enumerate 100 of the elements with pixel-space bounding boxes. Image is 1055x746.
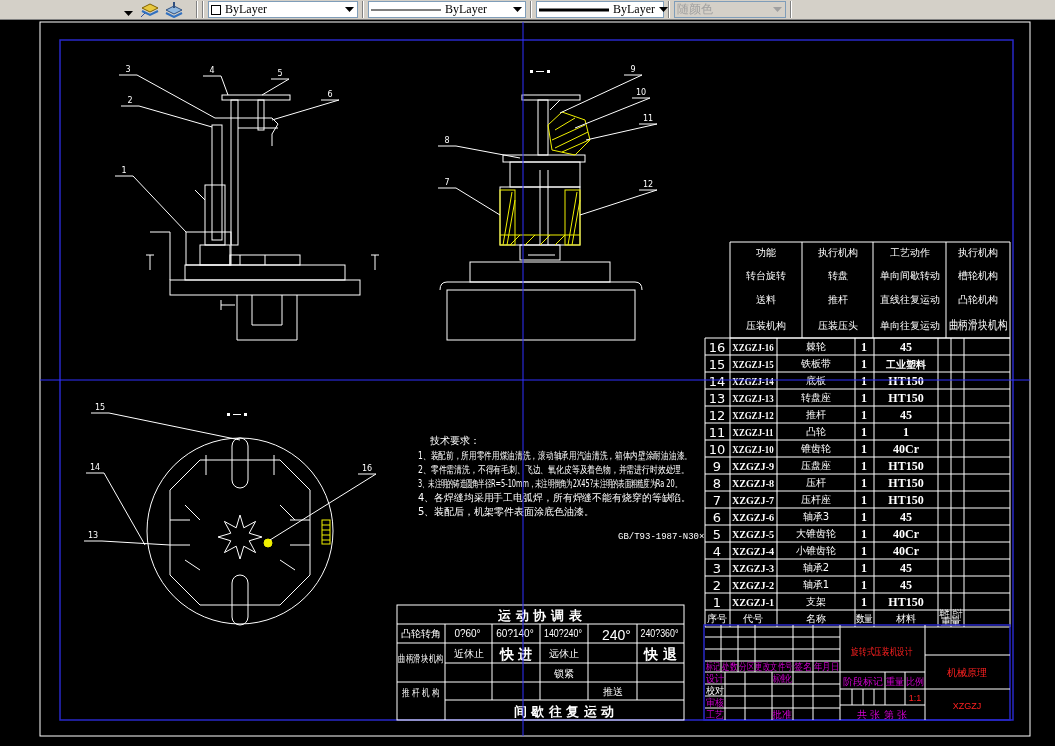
section-mark [530, 70, 550, 73]
field-label: 签名 [793, 660, 813, 673]
table-cell: XZGZJ-12 [732, 409, 774, 422]
note-text: 1、装配前，所用零件用煤油清洗，滚动轴承用汽油清洗，箱体内壁涂耐油油漆。 [418, 450, 692, 462]
table-cell: 1 [861, 527, 867, 541]
table-cell: XZGZJ-10 [732, 443, 774, 456]
table-cell: HT150 [888, 595, 924, 609]
table-cell: 240° [602, 627, 631, 643]
table-cell: 推 杆 机 构 [402, 686, 440, 699]
table-cell: 16 [708, 340, 726, 355]
table-cell: 直线往复运动 [879, 294, 940, 305]
table-cell: 4 [712, 544, 722, 559]
table-cell: HT150 [888, 476, 924, 490]
field-label: 设计 [705, 672, 725, 685]
table-cell: XZGZJ-9 [731, 460, 775, 473]
table-cell: 40Cr [893, 544, 919, 558]
column-header: 材料 [896, 613, 916, 624]
layer-stack-icon[interactable] [164, 1, 184, 18]
table-cell: 棘轮 [806, 341, 826, 352]
table-cell: 转盘 [827, 270, 848, 281]
scale-value: 1:1 [908, 693, 922, 703]
table-cell: 1 [712, 595, 722, 610]
column-header: 代号 [743, 613, 763, 624]
table-cell: 1 [861, 442, 867, 456]
table-cell: HT150 [888, 459, 924, 473]
table-cell: 轴承2 [802, 562, 830, 573]
line-sample-icon [371, 7, 441, 12]
table-cell: 45 [900, 510, 912, 524]
table-cell: 60?140° [496, 628, 534, 639]
table-cell: 1 [861, 510, 867, 524]
part-number: 16 [361, 464, 373, 473]
table-cell: 工艺动作 [889, 247, 930, 258]
table-cell: 快 退 [644, 646, 677, 662]
table-cell: XZGZJ-7 [731, 494, 775, 507]
table-cell: 快 进 [499, 646, 533, 662]
field-label: 共 张 第 张 [857, 709, 907, 720]
table-cell: 执行机构 [958, 247, 998, 258]
table-cell: 曲柄滑块机构 [398, 652, 444, 665]
drawing-code: XZGZJ [952, 701, 982, 711]
table-cell: HT150 [888, 374, 924, 388]
field-label: 标准化 [772, 672, 792, 685]
table-cell: 轴承3 [802, 511, 830, 522]
table-cell: 13 [708, 391, 726, 406]
table-cell: 40Cr [893, 527, 919, 541]
table-cell: 1 [861, 544, 867, 558]
part-number: 15 [94, 403, 106, 412]
part-number: 1 [121, 166, 127, 175]
dropdown-field[interactable]: ByLayer [368, 1, 526, 18]
table-cell: 2 [712, 578, 722, 593]
table-cell: 远休止 [549, 648, 579, 659]
field-label: 重量 [885, 675, 905, 688]
table-cell: 压装压头 [817, 320, 858, 331]
part-number: 6 [327, 90, 333, 99]
caret-icon [659, 6, 669, 13]
table-cell: 12 [708, 408, 726, 423]
table-cell: 9 [712, 459, 722, 474]
table-cell: 底板 [806, 375, 826, 386]
table-cell: XZGZJ-11 [732, 426, 774, 439]
color-swatch-icon [211, 4, 221, 15]
table-cell: 40Cr [893, 442, 919, 456]
table-cell: 凸轮转角 [401, 628, 441, 639]
table-cell: 45 [900, 408, 912, 422]
drawing-title: 旋转式压装机设计 [851, 645, 913, 658]
table-cell: 5 [712, 527, 722, 542]
line-sample-icon [539, 7, 609, 12]
standard-note: GB/T93-1987-N30× [618, 532, 705, 542]
leader-line [261, 78, 290, 96]
dropdown-field[interactable]: ByLayer [208, 1, 358, 18]
table-cell: 锁紧 [554, 667, 574, 679]
table-cell: XZGZJ-8 [731, 477, 775, 490]
part-number: 2 [127, 96, 133, 105]
field-label: 工艺 [705, 708, 725, 721]
table-cell: 1 [861, 459, 867, 473]
leader-line [437, 187, 501, 216]
table-cell: XZGZJ-4 [731, 545, 775, 558]
table-cell: 近休止 [453, 648, 484, 659]
table-cell: 压杆座 [801, 494, 831, 505]
table-cell: 1 [861, 408, 867, 422]
part-number: 9 [630, 65, 636, 74]
notes-title: 技术要求： [430, 435, 480, 446]
table-cell: 45 [900, 578, 912, 592]
note-text: 4、各焊缝均采用手工电弧焊，所有焊缝不能有烧穿的等缺陷。 [418, 491, 692, 503]
table-cell: 1 [861, 493, 867, 507]
table-cell: 铁板带 [801, 358, 831, 369]
part-number: 4 [209, 66, 215, 75]
part-number: 5 [277, 69, 283, 78]
caret-icon [513, 6, 523, 13]
table-cell: 轴承1 [802, 579, 830, 590]
part-number: 12 [642, 180, 654, 189]
table-cell: 3 [712, 561, 722, 576]
table-cell: 45 [900, 561, 912, 575]
part-number: 11 [642, 114, 654, 123]
table-cell: 间 歇 往 复 运 动 [513, 704, 615, 719]
table-cell: HT150 [888, 391, 924, 405]
field-label: 处数 [721, 660, 738, 673]
field-label: 阶段标记 [842, 676, 883, 687]
section-mark [227, 413, 247, 416]
note-text: 5、装配后，机架零件表面涂底色油漆。 [418, 506, 595, 517]
column-header: 名称 [806, 613, 826, 624]
table-cell: 140?240° [544, 627, 582, 640]
